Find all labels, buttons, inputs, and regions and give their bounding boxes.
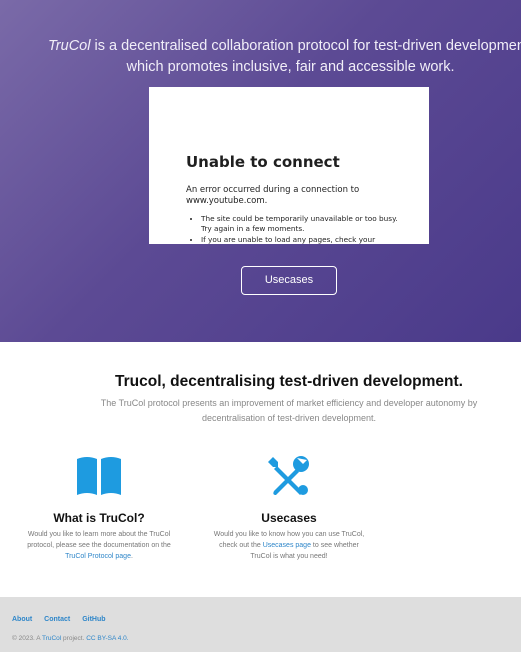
trucol-protocol-link[interactable]: TruCol Protocol page <box>65 553 131 560</box>
tagline-text: is a decentralised collaboration protoco… <box>90 38 521 75</box>
footer-link-github[interactable]: GitHub <box>82 616 105 623</box>
error-bullets: The site could be temporarily unavailabl… <box>186 214 401 244</box>
tools-icon <box>209 455 369 497</box>
error-title: Unable to connect <box>186 153 340 171</box>
card-text: Would you like to learn more about the T… <box>27 531 171 560</box>
footer-links: About Contact GitHub <box>12 616 116 623</box>
license-link[interactable]: CC BY-SA 4.0. <box>86 635 128 642</box>
footer-link-contact[interactable]: Contact <box>44 616 70 623</box>
hero-tagline: TruCol is a decentralised collaboration … <box>30 36 521 78</box>
intro-subtitle: The TruCol protocol presents an improvem… <box>100 398 478 423</box>
embedded-video[interactable]: Unable to connect An error occurred duri… <box>149 87 429 244</box>
book-icon <box>19 455 179 497</box>
hero-section: TruCol is a decentralised collaboration … <box>0 0 521 342</box>
usecases-button[interactable]: Usecases <box>241 266 337 295</box>
card-title: What is TruCol? <box>53 511 145 525</box>
intro-title: Trucol, decentralising test-driven devel… <box>115 373 463 390</box>
error-message: An error occurred during a connection to… <box>186 185 360 206</box>
card-text: Would you like to know how you can use T… <box>213 531 365 560</box>
trucol-home-link[interactable]: TruCol <box>42 635 61 642</box>
card-what-is-trucol: What is TruCol? Would you like to learn … <box>19 455 179 562</box>
brand-name: TruCol <box>48 38 91 54</box>
footer-copyright: © 2023. A TruCol project. CC BY-SA 4.0. <box>12 635 129 642</box>
usecases-page-link[interactable]: Usecases page <box>263 542 311 549</box>
footer: About Contact GitHub © 2023. A TruCol pr… <box>0 597 521 652</box>
card-title: Usecases <box>261 511 317 525</box>
error-bullet: The site could be temporarily unavailabl… <box>201 214 401 233</box>
footer-link-about[interactable]: About <box>12 616 32 623</box>
error-bullet: If you are unable to load any pages, che… <box>201 235 401 244</box>
card-usecases: Usecases Would you like to know how you … <box>209 455 369 562</box>
